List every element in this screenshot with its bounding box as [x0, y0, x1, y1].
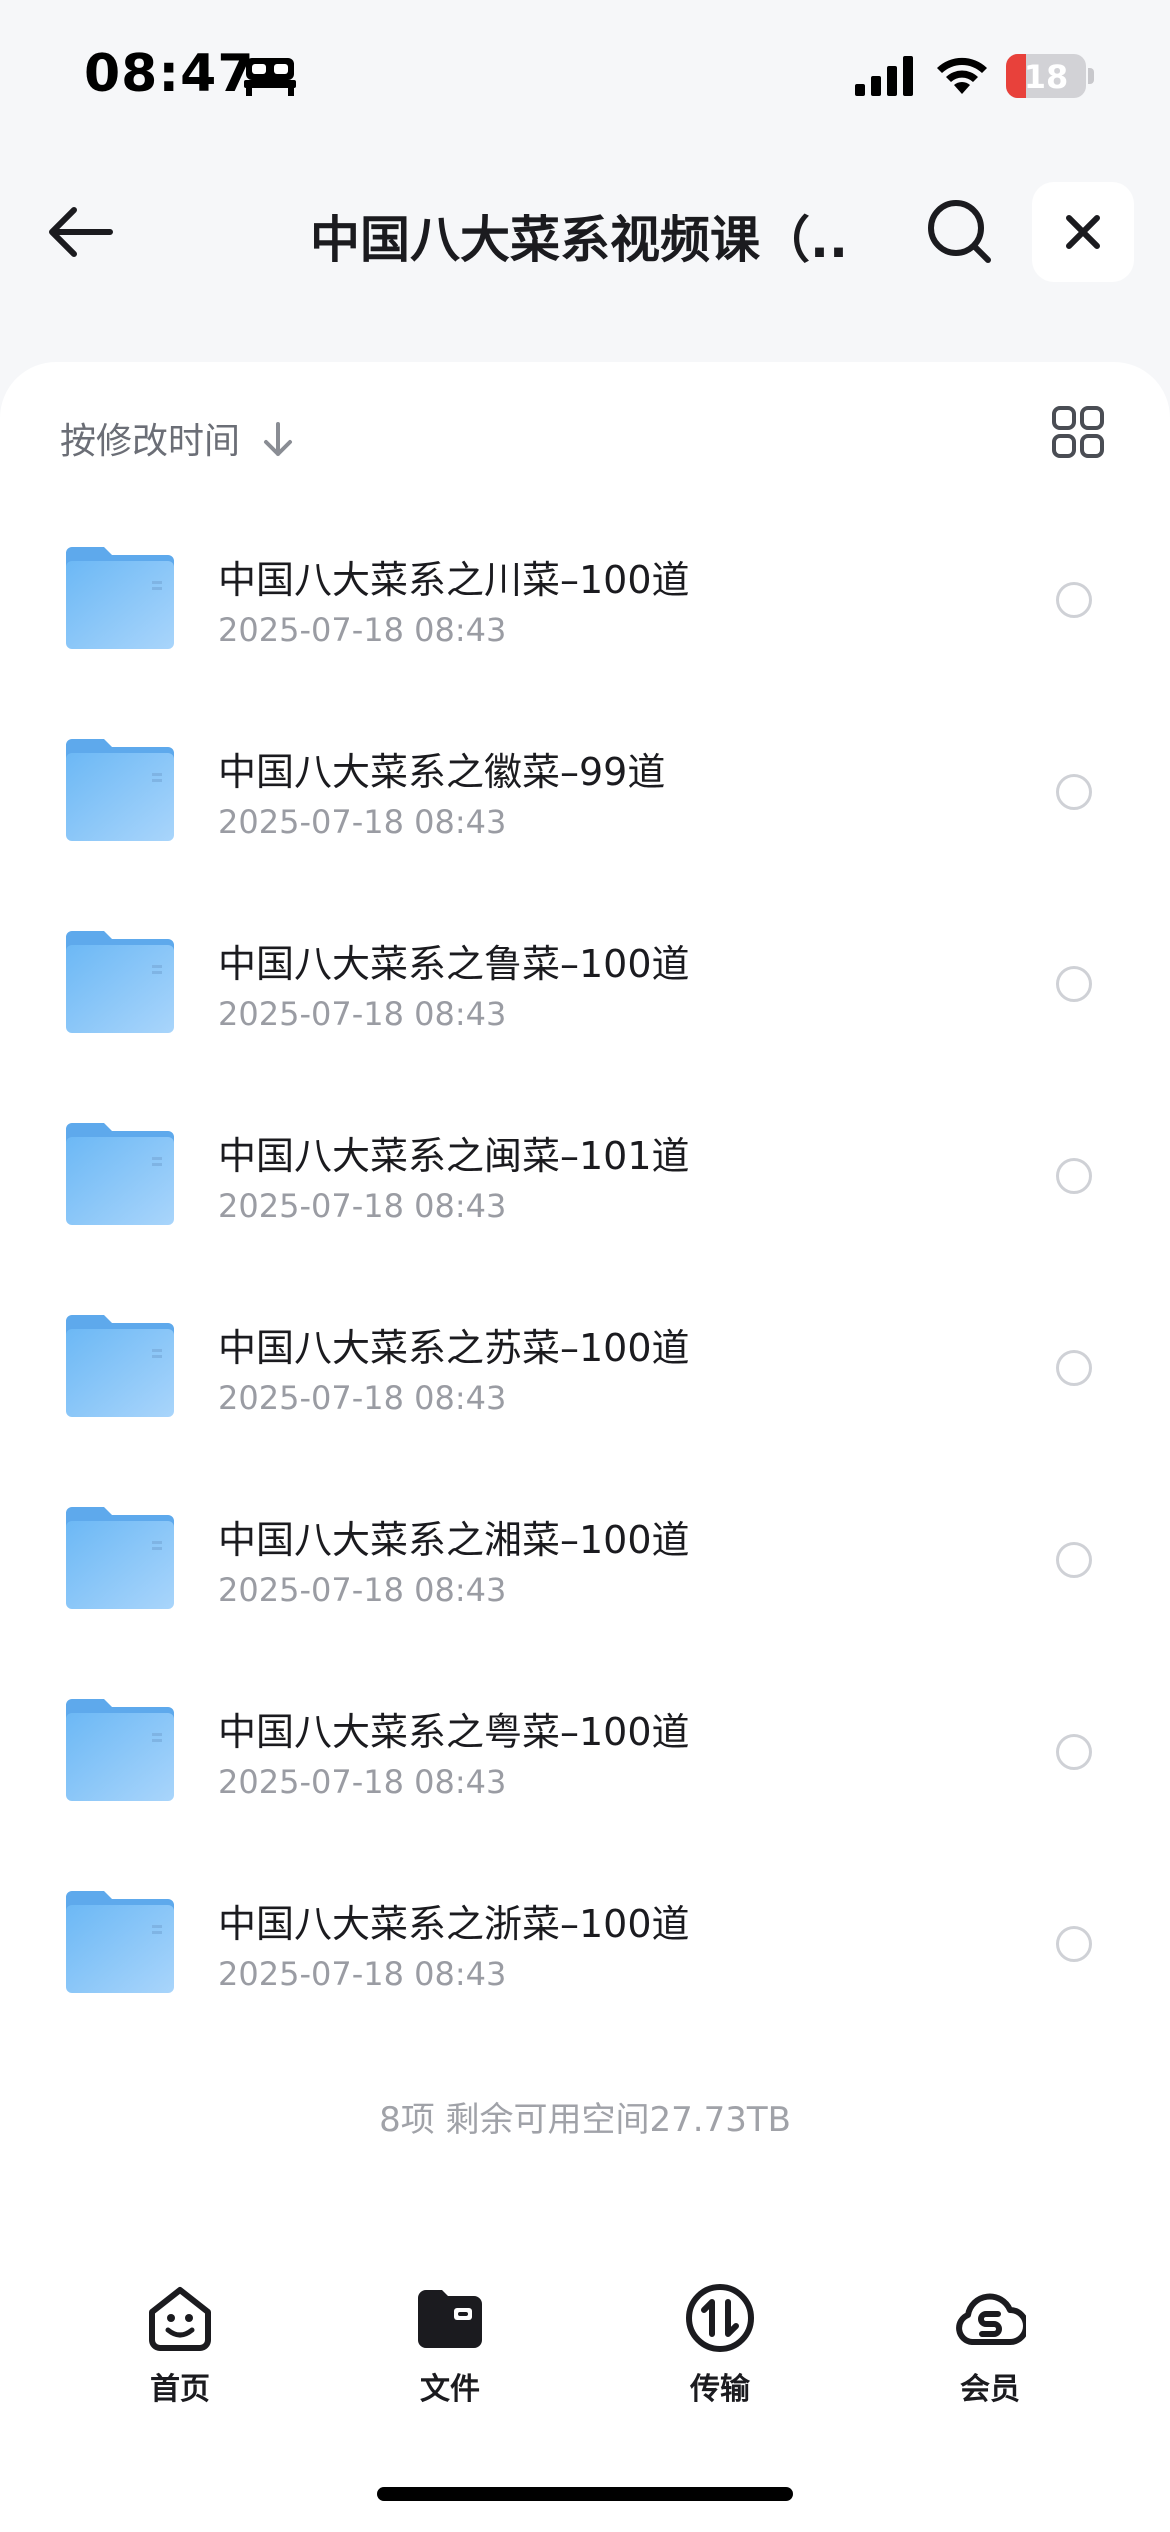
file-name: 中国八大菜系之闽菜–101道 [218, 1134, 690, 1178]
folder-icon [66, 931, 174, 1033]
battery-icon: 18 [1006, 54, 1086, 98]
file-row[interactable]: 中国八大菜系之浙菜–100道 2025-07-18 08:43 [0, 1871, 1170, 2063]
close-button[interactable] [1032, 182, 1134, 282]
tab-files-label: 文件 [420, 2372, 480, 2407]
folder-icon [66, 1507, 174, 1609]
folder-icon [66, 739, 174, 841]
select-checkbox[interactable] [1056, 1734, 1092, 1770]
tab-vip-label: 会员 [960, 2372, 1020, 2407]
folder-icon [66, 1699, 174, 1801]
select-checkbox[interactable] [1056, 582, 1092, 618]
file-date: 2025-07-18 08:43 [218, 803, 507, 841]
select-checkbox[interactable] [1056, 966, 1092, 1002]
file-name: 中国八大菜系之川菜–100道 [218, 558, 690, 602]
storage-info: 8项 剩余可用空间27.73TB [379, 2100, 791, 2140]
file-row[interactable]: 中国八大菜系之粤菜–100道 2025-07-18 08:43 [0, 1679, 1170, 1871]
grid-view-icon [1052, 406, 1104, 458]
file-row[interactable]: 中国八大菜系之徽菜–99道 2025-07-18 08:43 [0, 719, 1170, 911]
file-name: 中国八大菜系之湘菜–100道 [218, 1518, 690, 1562]
tab-files[interactable]: 文件 [380, 2282, 520, 2432]
select-checkbox[interactable] [1056, 1926, 1092, 1962]
search-icon [928, 200, 991, 263]
status-time: 08:47 [84, 44, 255, 104]
folder-icon [66, 1315, 174, 1417]
select-checkbox[interactable] [1056, 1158, 1092, 1194]
folder-icon [418, 2290, 482, 2348]
status-bar: 08:47 18 [0, 0, 1170, 150]
file-name: 中国八大菜系之徽菜–99道 [218, 750, 666, 794]
file-name: 中国八大菜系之苏菜–100道 [218, 1326, 690, 1370]
transfer-icon [686, 2284, 754, 2352]
file-date: 2025-07-18 08:43 [218, 995, 507, 1033]
sort-button[interactable]: 按修改时间 [60, 412, 292, 472]
back-button[interactable] [40, 192, 120, 272]
home-indicator [377, 2487, 793, 2501]
tab-home[interactable]: 首页 [110, 2282, 250, 2432]
file-date: 2025-07-18 08:43 [218, 1187, 507, 1225]
folder-icon [66, 547, 174, 649]
select-checkbox[interactable] [1056, 1350, 1092, 1386]
tab-home-label: 首页 [150, 2372, 210, 2407]
tab-transfer-label: 传输 [690, 2372, 750, 2407]
back-arrow-icon [49, 207, 113, 257]
tab-transfer[interactable]: 传输 [650, 2282, 790, 2432]
file-date: 2025-07-18 08:43 [218, 1763, 507, 1801]
close-icon [1066, 215, 1100, 249]
file-row[interactable]: 中国八大菜系之川菜–100道 2025-07-18 08:43 [0, 527, 1170, 719]
search-button[interactable] [920, 192, 1000, 272]
bed-icon [244, 58, 296, 96]
signal-icon [855, 56, 913, 96]
file-name: 中国八大菜系之浙菜–100道 [218, 1902, 690, 1946]
file-name: 中国八大菜系之鲁菜–100道 [218, 942, 690, 986]
battery-text: 18 [1023, 58, 1069, 96]
file-list-card: 按修改时间 中国八大菜系之川菜–100道 2025-07-18 08:43 中国… [0, 362, 1170, 2262]
folder-icon [66, 1891, 174, 1993]
select-checkbox[interactable] [1056, 774, 1092, 810]
file-row[interactable]: 中国八大菜系之湘菜–100道 2025-07-18 08:43 [0, 1487, 1170, 1679]
file-date: 2025-07-18 08:43 [218, 1571, 507, 1609]
grid-view-button[interactable] [1050, 404, 1106, 460]
file-name: 中国八大菜系之粤菜–100道 [218, 1710, 690, 1754]
file-row[interactable]: 中国八大菜系之苏菜–100道 2025-07-18 08:43 [0, 1295, 1170, 1487]
home-face-icon [149, 2287, 211, 2351]
sort-down-icon [264, 422, 292, 456]
header: 中国八大菜系视频课（... [0, 170, 1170, 290]
select-checkbox[interactable] [1056, 1542, 1092, 1578]
tab-vip[interactable]: 会员 [920, 2282, 1060, 2432]
file-list: 中国八大菜系之川菜–100道 2025-07-18 08:43 中国八大菜系之徽菜… [0, 527, 1170, 2063]
file-date: 2025-07-18 08:43 [218, 1955, 507, 1993]
file-date: 2025-07-18 08:43 [218, 611, 507, 649]
file-date: 2025-07-18 08:43 [218, 1379, 507, 1417]
page-title: 中国八大菜系视频课（... [310, 211, 850, 269]
folder-icon [66, 1123, 174, 1225]
sort-label: 按修改时间 [60, 421, 241, 462]
file-row[interactable]: 中国八大菜系之闽菜–101道 2025-07-18 08:43 [0, 1103, 1170, 1295]
battery-tip [1088, 68, 1094, 84]
vip-cloud-icon [956, 2293, 1026, 2345]
file-row[interactable]: 中国八大菜系之鲁菜–100道 2025-07-18 08:43 [0, 911, 1170, 1103]
wifi-icon [937, 57, 987, 94]
